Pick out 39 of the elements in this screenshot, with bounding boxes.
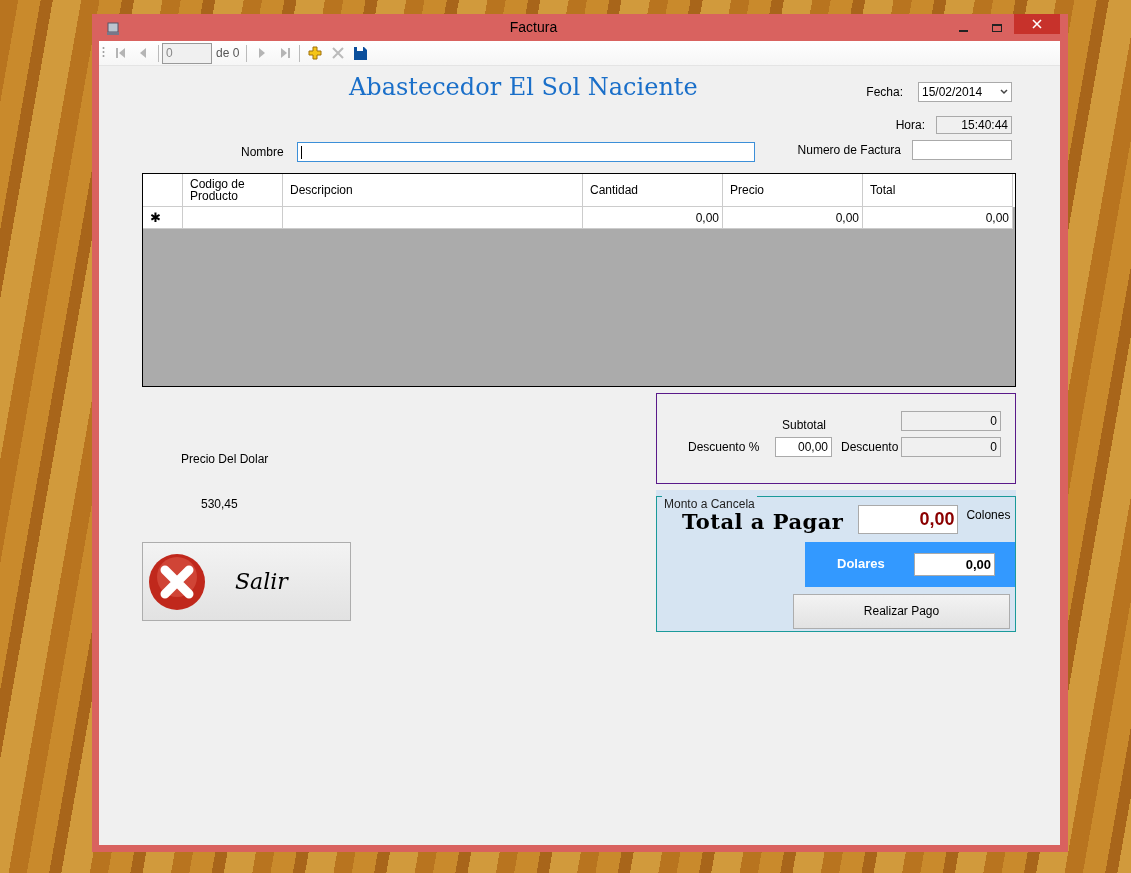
fecha-label: Fecha: bbox=[866, 84, 903, 101]
descuento-field: 0 bbox=[901, 437, 1001, 457]
close-icon bbox=[148, 552, 206, 611]
table-cell[interactable] bbox=[183, 207, 283, 229]
form-title: Abastecedor El Sol Naciente bbox=[349, 72, 699, 103]
table-cell[interactable]: 0,00 bbox=[863, 207, 1013, 229]
table-cell[interactable]: 0,00 bbox=[583, 207, 723, 229]
app-icon bbox=[105, 19, 121, 36]
salir-button[interactable]: Salir bbox=[142, 542, 351, 621]
precio-dolar-value: 530,45 bbox=[201, 496, 239, 513]
table-cell[interactable]: 0,00 bbox=[723, 207, 863, 229]
window-title: Factura bbox=[508, 18, 559, 37]
nombre-field[interactable] bbox=[297, 142, 755, 162]
total-field: 0,00 bbox=[858, 505, 959, 534]
dolares-field[interactable]: 0,00 bbox=[914, 552, 995, 576]
hora-label: Hora: bbox=[895, 117, 925, 134]
subtotal-field: 0 bbox=[901, 411, 1001, 431]
nombre-label: Nombre bbox=[241, 144, 285, 161]
numero-factura-field[interactable] bbox=[912, 140, 1012, 160]
close-button[interactable] bbox=[1014, 14, 1060, 34]
grip-icon bbox=[102, 46, 105, 60]
realizar-pago-button[interactable]: Realizar Pago bbox=[793, 593, 1010, 629]
precio-dolar-label: Precio Del Dolar bbox=[181, 451, 270, 468]
numero-factura-label: Numero de Factura bbox=[797, 142, 901, 159]
table-cell[interactable] bbox=[283, 207, 583, 229]
new-row-marker: ✱ bbox=[150, 211, 161, 224]
record-count: de 0 bbox=[216, 45, 240, 62]
close-icon bbox=[1032, 19, 1042, 29]
add-icon[interactable] bbox=[307, 46, 322, 60]
currency-label: Colones bbox=[966, 507, 1011, 524]
save-icon[interactable] bbox=[354, 46, 368, 60]
descuento-percent-label: Descuento % bbox=[687, 439, 761, 456]
date-picker[interactable]: 15/02/2014 bbox=[918, 82, 1012, 102]
dropdown-icon bbox=[1000, 89, 1008, 95]
dolares-label: Dolares bbox=[837, 555, 886, 574]
time-display: 15:40:44 bbox=[936, 116, 1012, 134]
descuento-label: Descuento bbox=[841, 439, 900, 456]
descuento-percent-field[interactable]: 00,00 bbox=[775, 437, 832, 457]
subtotal-label: Subtotal bbox=[781, 417, 828, 434]
